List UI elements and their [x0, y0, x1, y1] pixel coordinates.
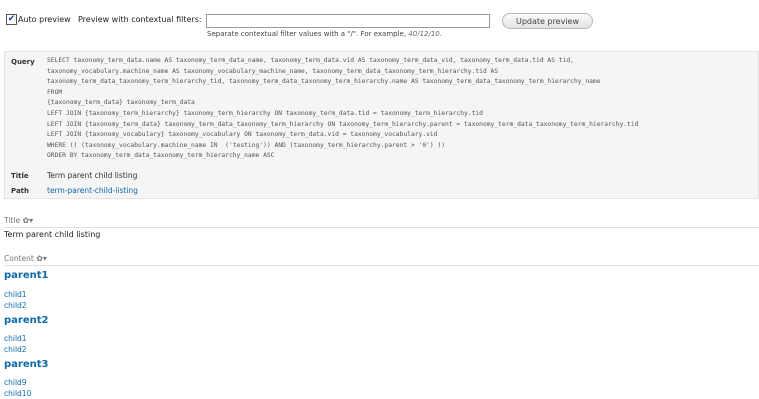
child-term-link[interactable]: child1 [4, 290, 27, 299]
sql-line: {taxonomy_term_data} taxonomy_term_data [47, 99, 195, 107]
sql-line: ORDER BY taxonomy_term_data_taxonomy_ter… [47, 152, 275, 160]
divider [4, 227, 759, 228]
sql-line: SELECT taxonomy_term_data.name AS taxono… [47, 57, 574, 64]
sql-line: FROM [47, 88, 63, 96]
sql-line: taxonomy_vocabulary.machine_name AS taxo… [47, 67, 499, 75]
child-term-link[interactable]: child1 [4, 334, 27, 343]
contextual-filters-label: Preview with contextual filters: [78, 15, 202, 24]
content-section-label: Content ✿▾ [4, 254, 47, 263]
gear-icon[interactable]: ✿▾ [22, 216, 33, 225]
query-key: Query [11, 58, 35, 66]
child-term-link[interactable]: child10 [4, 389, 31, 398]
parent-term-link[interactable]: parent2 [4, 315, 48, 326]
divider [4, 265, 759, 266]
sql-line: LEFT JOIN {taxonomy_term_hierarchy} taxo… [47, 109, 483, 117]
sql-line: taxonomy_term_data_taxonomy_term_hierarc… [47, 78, 601, 86]
parent-term-link[interactable]: parent1 [4, 270, 48, 281]
auto-preview-label: Auto preview [18, 15, 71, 24]
path-link[interactable]: term-parent-child-listing [47, 186, 138, 195]
sql-line: WHERE (( (taxonomy_vocabulary.machine_na… [47, 141, 446, 149]
sql-query: SELECT taxonomy_term_data.name AS taxono… [47, 56, 638, 162]
path-key: Path [11, 187, 29, 195]
hint-example: 40/12/10. [408, 30, 442, 38]
gear-icon[interactable]: ✿▾ [36, 254, 47, 263]
parent-term-link[interactable]: parent3 [4, 359, 48, 370]
title-section-label: Title ✿▾ [4, 216, 34, 225]
contextual-filters-hint: Separate contextual filter values with a… [207, 30, 442, 38]
contextual-filters-input[interactable] [206, 14, 490, 28]
child-term-link[interactable]: child2 [4, 301, 27, 310]
preview-title: Term parent child listing [4, 230, 101, 239]
sql-line: LEFT JOIN {taxonomy_term_data} taxonomy_… [47, 120, 639, 128]
child-term-link[interactable]: child2 [4, 345, 27, 354]
title-value: Term parent child listing [47, 171, 138, 180]
sql-line: LEFT JOIN {taxonomy_vocabulary} taxonomy… [47, 131, 438, 139]
title-key: Title [11, 172, 29, 180]
auto-preview-checkbox[interactable]: ✔ [6, 14, 17, 25]
child-term-link[interactable]: child9 [4, 378, 27, 387]
update-preview-button[interactable]: Update preview [502, 13, 593, 29]
